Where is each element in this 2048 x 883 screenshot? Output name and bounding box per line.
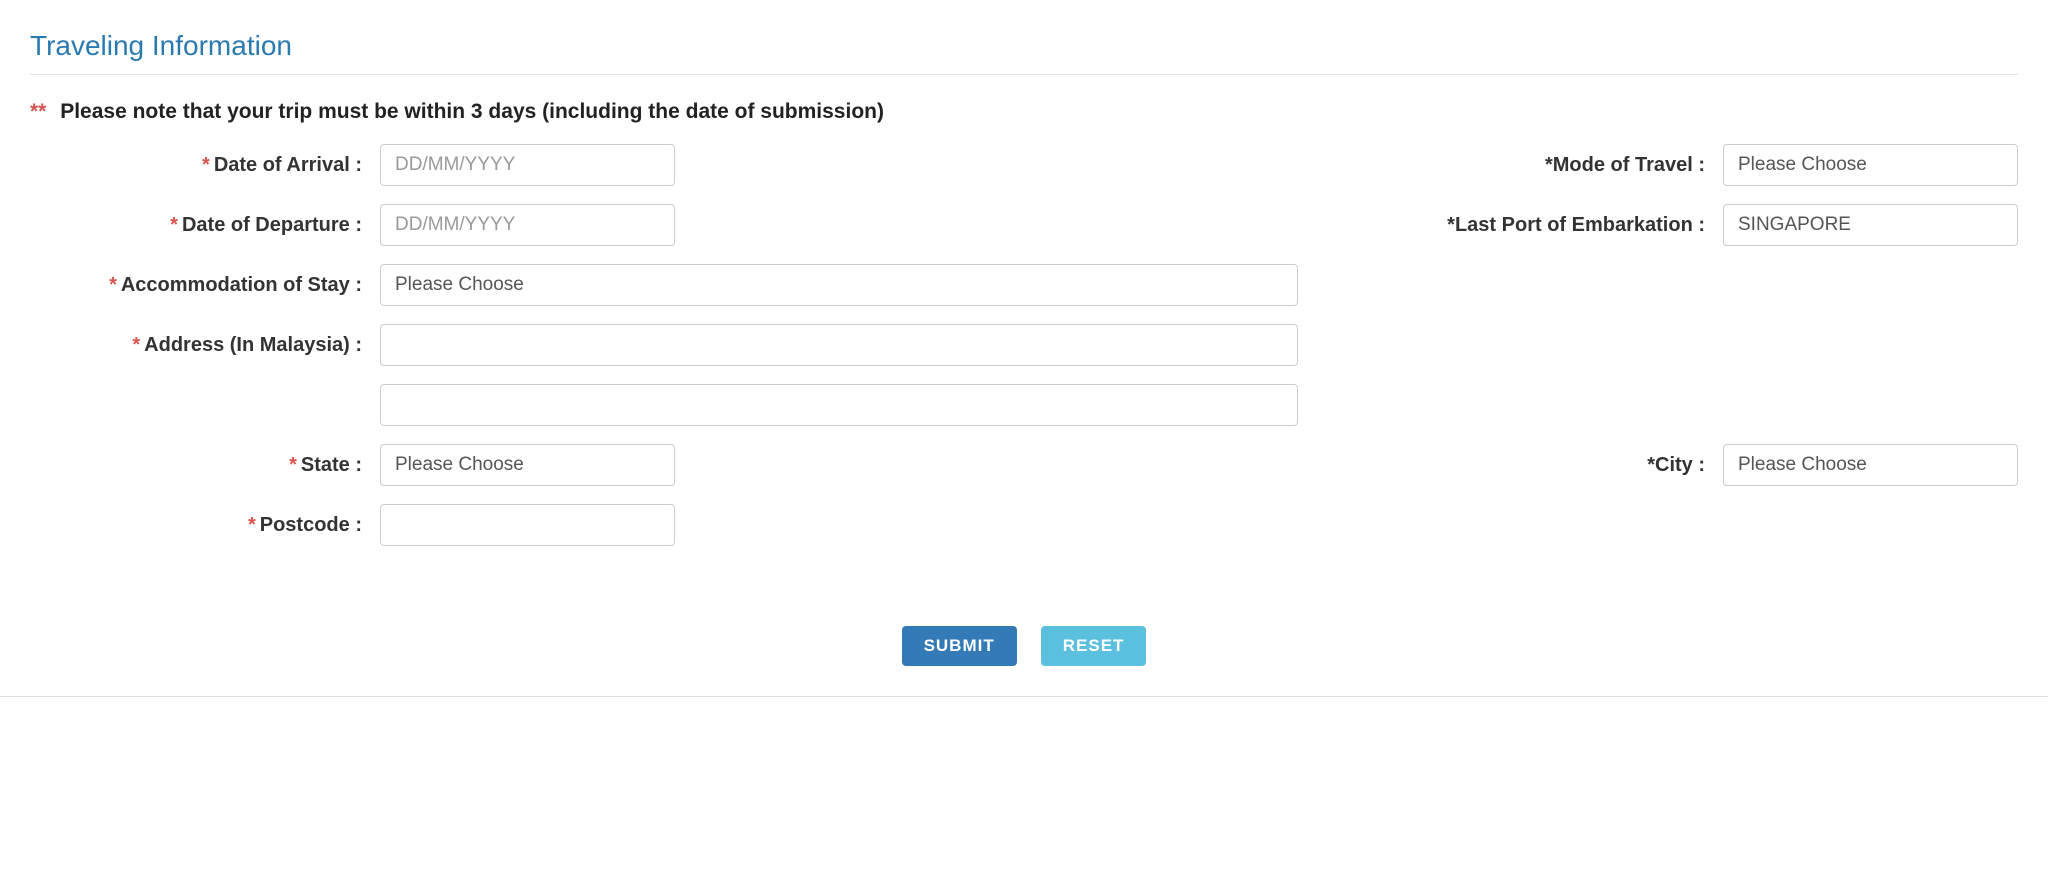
row-address1: *Address (In Malaysia) : [30,324,2018,366]
postcode-input[interactable] [380,504,675,546]
address-line1-input[interactable] [380,324,1298,366]
label-city: *City : [1325,454,1723,477]
button-row: SUBMIT RESET [30,626,2018,666]
row-address2 [30,384,2018,426]
label-postcode: *Postcode : [30,514,380,537]
note-text: Please note that your trip must be withi… [60,100,884,123]
date-arrival-input[interactable] [380,144,675,186]
reset-button[interactable]: RESET [1041,626,1147,666]
row-accommodation: *Accommodation of Stay : [30,264,2018,306]
date-departure-input[interactable] [380,204,675,246]
state-select[interactable] [380,444,675,486]
note-asterisks: ** [30,100,46,123]
section-title: Traveling Information [30,30,2018,62]
submit-button[interactable]: SUBMIT [902,626,1017,666]
label-date-departure: *Date of Departure : [30,214,380,237]
row-arrival-mode: *Date of Arrival : *Mode of Travel : [30,144,2018,186]
row-postcode: *Postcode : [30,504,2018,546]
note-row: ** Please note that your trip must be wi… [30,100,2018,124]
mode-travel-select[interactable] [1723,144,2018,186]
label-accommodation: *Accommodation of Stay : [30,274,380,297]
label-address: *Address (In Malaysia) : [30,334,380,357]
address-line2-input[interactable] [380,384,1298,426]
traveling-information-section: Traveling Information ** Please note tha… [0,0,2048,697]
accommodation-select[interactable] [380,264,1298,306]
label-date-arrival: *Date of Arrival : [30,154,380,177]
section-divider [30,74,2018,75]
label-mode-travel: *Mode of Travel : [1325,154,1723,177]
label-state: *State : [30,454,380,477]
last-port-input[interactable] [1723,204,2018,246]
row-state-city: *State : *City : [30,444,2018,486]
row-departure-port: *Date of Departure : *Last Port of Embar… [30,204,2018,246]
label-last-port: *Last Port of Embarkation : [1325,214,1723,237]
city-select[interactable] [1723,444,2018,486]
